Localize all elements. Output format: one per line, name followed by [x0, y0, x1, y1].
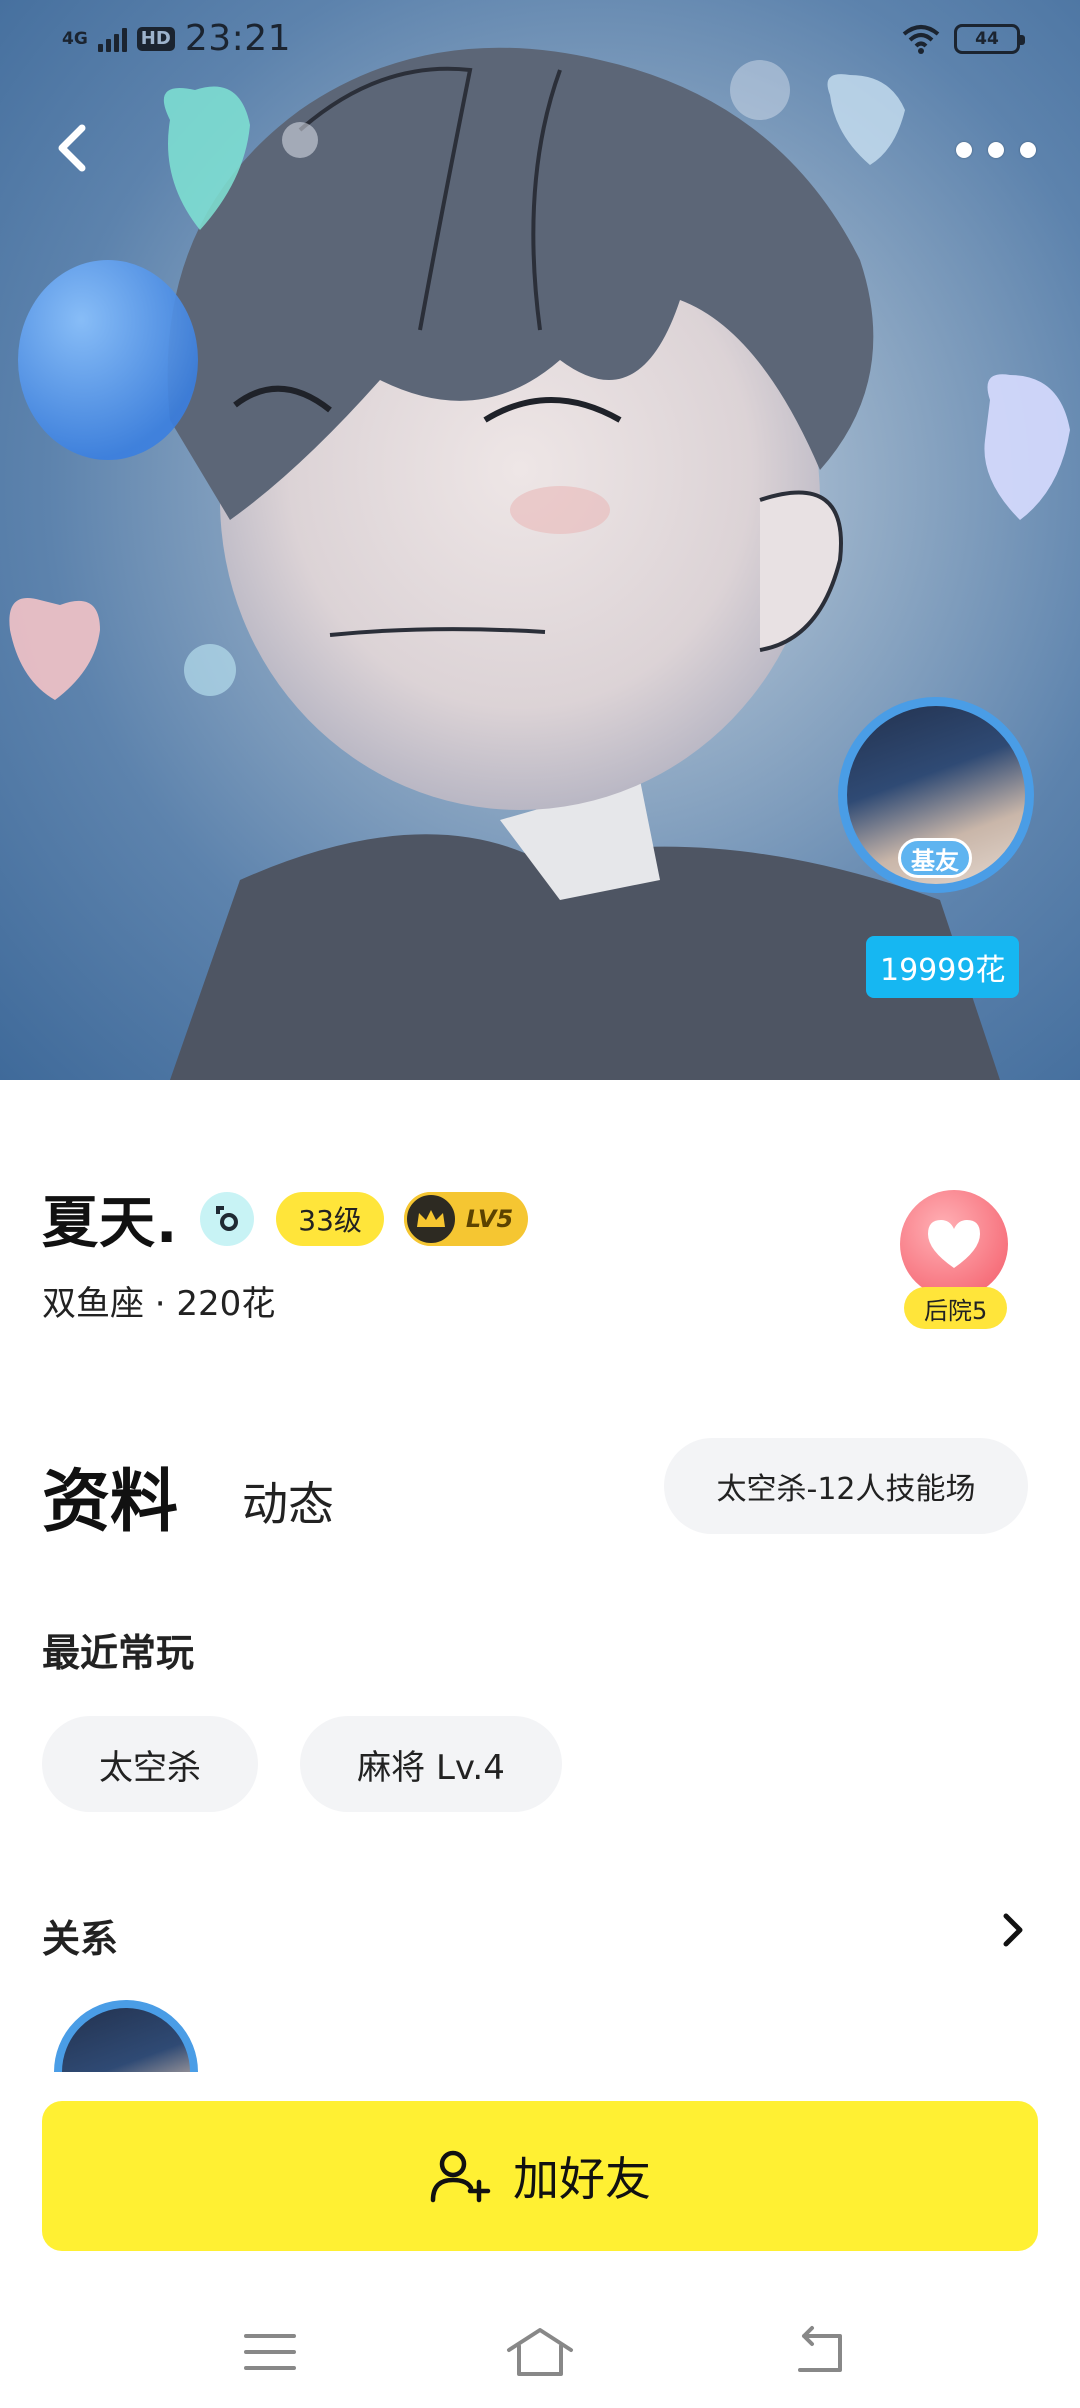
home-icon[interactable]	[505, 2322, 575, 2382]
back-icon[interactable]	[44, 118, 104, 178]
profile-subinfo: 双鱼座 · 220花	[42, 1284, 276, 1324]
harem-button[interactable]	[900, 1190, 1008, 1298]
recent-game-chip[interactable]: 麻将 Lv.4	[300, 1716, 562, 1812]
back-nav-icon[interactable]	[790, 2322, 850, 2382]
hd-icon: HD	[136, 26, 175, 51]
signal-icon	[97, 26, 127, 52]
more-icon[interactable]	[956, 128, 1036, 172]
wifi-icon	[902, 25, 940, 54]
vip-level: LV5	[465, 1204, 514, 1233]
status-bar: 4G HD 23:21 44	[0, 0, 1080, 80]
name-row: 夏天. 33级 LV5	[42, 1178, 528, 1259]
recent-game-chip[interactable]: 太空杀	[42, 1716, 258, 1812]
battery-level: 44	[975, 29, 999, 49]
system-nav-bar	[0, 2300, 1080, 2408]
menu-icon[interactable]	[240, 2322, 300, 2382]
flower-count-badge: 19999花	[866, 936, 1020, 998]
gender-icon	[200, 1191, 255, 1246]
level-badge: 33级	[276, 1191, 384, 1246]
clock: 23:21	[184, 18, 292, 59]
network-type: 4G	[62, 28, 88, 49]
best-friend-badge: 基友	[898, 838, 972, 878]
add-friend-button[interactable]: 加好友	[42, 2101, 1038, 2251]
relations-title: 关系	[42, 1917, 119, 1961]
content-fade	[0, 2072, 1080, 2102]
crown-icon	[403, 1191, 458, 1246]
recent-games-title: 最近常玩	[42, 1631, 195, 1675]
cover-illustration	[9, 47, 1070, 1080]
battery-icon: 44	[954, 24, 1025, 54]
tab-moments[interactable]: 动态	[242, 1468, 334, 1534]
current-room-button[interactable]: 太空杀-12人技能场	[664, 1438, 1028, 1534]
add-user-icon	[430, 2150, 491, 2203]
user-name: 夏天.	[42, 1191, 179, 1256]
add-friend-label: 加好友	[513, 2152, 651, 2206]
chevron-right-icon[interactable]	[992, 1910, 1032, 1950]
profile-cover: 4G HD 23:21 44 基友 19999花	[0, 0, 1080, 1080]
tab-profile[interactable]: 资料	[42, 1446, 178, 1545]
heart-icon	[928, 1220, 980, 1268]
harem-label: 后院5	[904, 1287, 1008, 1329]
vip-badge: LV5	[403, 1191, 528, 1246]
